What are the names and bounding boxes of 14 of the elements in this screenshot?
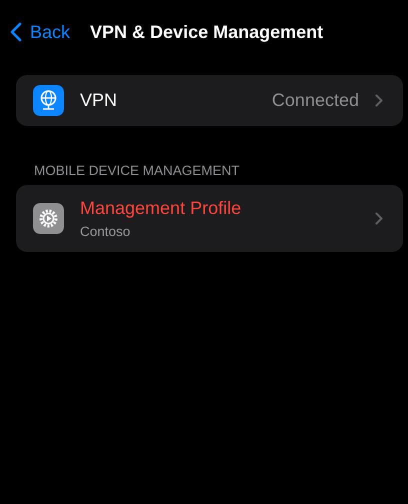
globe-icon: [33, 85, 64, 116]
profile-subtitle: Contoso: [80, 224, 132, 239]
chevron-icon: [375, 212, 383, 225]
page-title: VPN & Device Management: [90, 22, 324, 42]
gear-icon: [33, 203, 64, 234]
chevron-icon: [375, 94, 383, 107]
back-button[interactable]: Back: [10, 22, 70, 42]
back-chevron-icon: [10, 22, 22, 42]
profile-row[interactable]: Management Profile Contoso: [16, 185, 403, 252]
vpn-label: VPN: [80, 90, 118, 111]
profile-title: Management Profile: [80, 198, 242, 219]
vpn-row[interactable]: VPN Connected: [16, 75, 403, 126]
vpn-status: Connected: [272, 90, 359, 111]
section-header: MOBILE DEVICE MANAGEMENT: [34, 163, 241, 178]
